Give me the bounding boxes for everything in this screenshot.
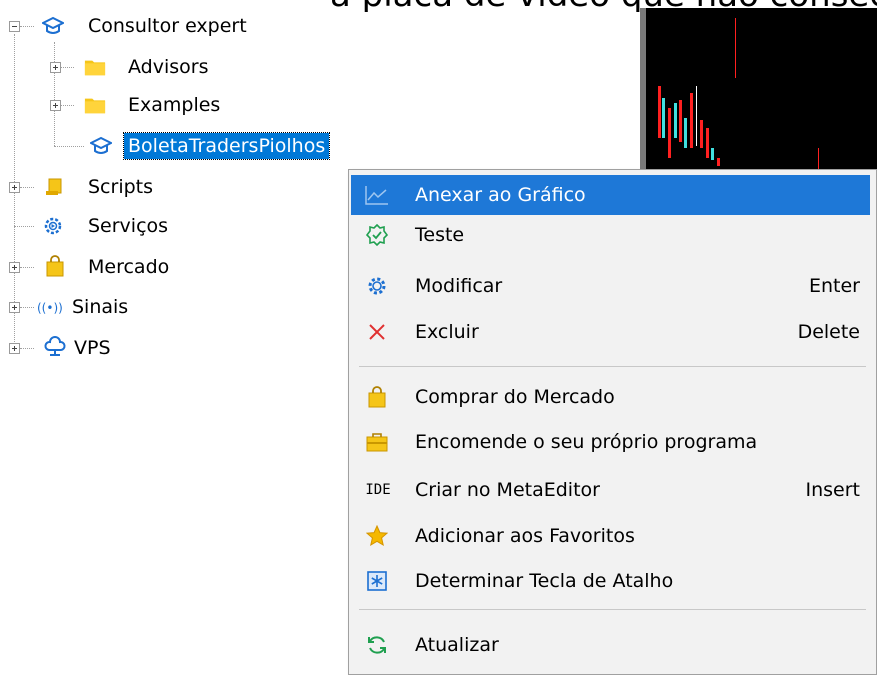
expand-toggle[interactable] <box>50 100 61 111</box>
tree-connector <box>54 42 56 146</box>
tree-item-label[interactable]: Serviços <box>88 213 168 239</box>
tree-connector <box>60 105 74 107</box>
price-chart[interactable] <box>640 8 877 183</box>
tree-item-label[interactable]: Sinais <box>72 294 128 320</box>
test-badge-icon <box>365 224 389 246</box>
services-icon <box>42 215 64 237</box>
chart-line-icon <box>365 184 389 206</box>
expand-toggle[interactable] <box>9 302 20 313</box>
menu-item-label: Adicionar aos Favoritos <box>415 525 635 547</box>
script-icon <box>44 176 66 198</box>
menu-separator <box>359 366 866 367</box>
tree-connector <box>20 187 34 189</box>
candlestick <box>668 108 671 158</box>
shopping-bag-icon <box>365 386 389 408</box>
menu-item-label: Excluir <box>415 321 479 343</box>
candlestick <box>662 98 665 138</box>
delete-x-icon <box>365 321 389 343</box>
tree-connector <box>20 307 34 309</box>
candlestick <box>696 86 697 146</box>
tree-connector <box>14 226 34 228</box>
star-icon <box>365 525 389 547</box>
candlestick <box>684 118 687 148</box>
menu-item-label: Comprar do Mercado <box>415 386 615 408</box>
folder-icon <box>84 56 106 78</box>
tree-connector <box>54 146 84 148</box>
candlestick <box>658 86 661 138</box>
signals-icon: ((•)) <box>36 296 68 318</box>
candlestick <box>679 100 682 142</box>
expand-toggle[interactable] <box>50 62 61 73</box>
candlestick <box>674 103 677 138</box>
candlestick <box>735 18 736 78</box>
ide-icon: IDE <box>365 482 391 498</box>
tree-item-label[interactable]: Scripts <box>88 174 153 200</box>
collapse-toggle[interactable] <box>9 21 20 32</box>
menu-item-label: Anexar ao Gráfico <box>415 184 586 206</box>
tree-item-label[interactable]: Advisors <box>128 54 208 80</box>
gear-icon <box>365 275 389 297</box>
menu-item-refresh[interactable]: Atualizar <box>351 625 870 665</box>
expand-toggle[interactable] <box>9 343 20 354</box>
tree-connector <box>20 348 34 350</box>
folder-icon <box>84 94 106 116</box>
menu-item-label: Criar no MetaEditor <box>415 479 600 501</box>
graduation-cap-icon <box>90 135 112 157</box>
market-bag-icon <box>44 255 66 277</box>
menu-item-attach-to-chart[interactable]: Anexar ao Gráfico <box>351 175 870 215</box>
menu-item-add-to-favorites[interactable]: Adicionar aos Favoritos <box>351 516 870 556</box>
candlestick <box>690 93 693 148</box>
menu-item-set-hotkey[interactable]: Determinar Tecla de Atalho <box>351 561 870 601</box>
menu-item-modify[interactable]: Modificar Enter <box>351 266 870 306</box>
menu-item-label: Encomende o seu próprio programa <box>415 431 758 453</box>
menu-item-shortcut: Insert <box>805 479 861 501</box>
menu-separator <box>359 609 866 610</box>
menu-item-create-in-metaeditor[interactable]: IDE Criar no MetaEditor Insert <box>351 470 870 510</box>
menu-item-label: Modificar <box>415 275 503 297</box>
tree-connector <box>60 67 74 69</box>
briefcase-icon <box>365 431 389 453</box>
svg-text:((•)): ((•)) <box>37 301 63 315</box>
menu-item-label: Atualizar <box>415 634 499 656</box>
expand-toggle[interactable] <box>9 182 20 193</box>
expand-toggle[interactable] <box>9 262 20 273</box>
candlestick <box>717 158 720 166</box>
tree-item-label[interactable]: VPS <box>74 335 111 361</box>
menu-item-order-program[interactable]: Encomende o seu próprio programa <box>351 422 870 462</box>
menu-item-buy-from-market[interactable]: Comprar do Mercado <box>351 377 870 417</box>
tree-item-label[interactable]: Examples <box>128 92 220 118</box>
tree-item-label[interactable]: Consultor expert <box>88 13 247 39</box>
hotkey-icon <box>365 570 389 592</box>
cloud-icon <box>44 336 66 358</box>
tree-item-selected[interactable]: BoletaTradersPiolhos <box>122 132 331 160</box>
refresh-icon <box>365 634 389 656</box>
menu-item-label: Determinar Tecla de Atalho <box>415 570 674 592</box>
graduation-cap-icon <box>42 15 64 37</box>
menu-item-shortcut: Delete <box>797 321 860 343</box>
tree-item-label[interactable]: Mercado <box>88 254 169 280</box>
candlestick <box>711 148 714 160</box>
menu-item-shortcut: Enter <box>809 275 860 297</box>
chart-left-edge-inner <box>646 8 650 183</box>
tree-connector <box>20 267 34 269</box>
menu-item-delete[interactable]: Excluir Delete <box>351 312 870 352</box>
candlestick <box>700 120 703 148</box>
menu-item-test[interactable]: Teste <box>351 215 870 255</box>
candlestick <box>706 128 709 158</box>
context-menu: Anexar ao Gráfico Teste Modificar Enter … <box>348 169 877 675</box>
tree-connector <box>20 26 34 28</box>
menu-item-label: Teste <box>415 224 465 246</box>
